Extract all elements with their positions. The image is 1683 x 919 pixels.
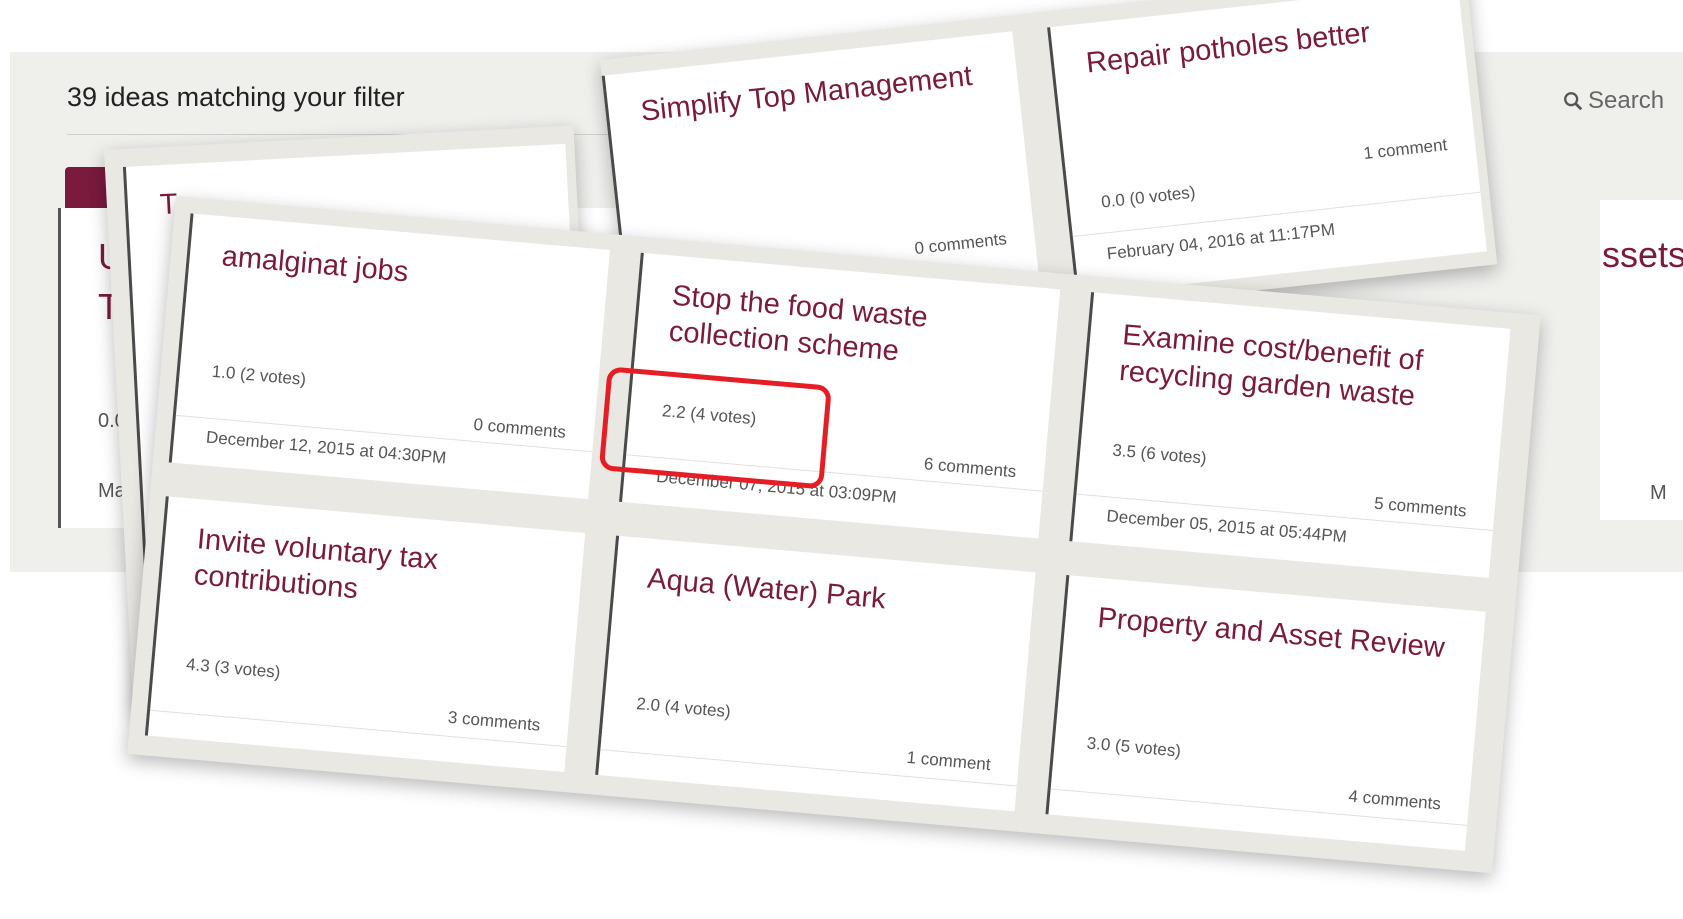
idea-title[interactable]: Stop the food waste collection scheme [667, 278, 1030, 381]
screenshot-layer-main: amalginat jobs 1.0 (2 votes) 0 comments … [127, 196, 1541, 874]
idea-card[interactable]: Examine cost/benefit of recycling garden… [1069, 292, 1511, 578]
idea-comments: 5 comments [1373, 493, 1468, 521]
idea-title[interactable]: amalginat jobs [220, 238, 580, 305]
idea-comments: 0 comments [913, 229, 1008, 259]
idea-comments: 0 comments [472, 414, 567, 442]
idea-comments: 1 comment [1362, 135, 1449, 164]
idea-card[interactable]: Stop the food waste collection scheme 2.… [598, 252, 1061, 539]
idea-rating: 0.0 (0 votes) [1100, 182, 1197, 212]
idea-date: February 04, 2016 at 11:17PM [1105, 219, 1336, 264]
idea-comments: 3 comments [447, 707, 542, 735]
background-right-date: M [1650, 482, 1667, 504]
idea-rating: 4.3 (3 votes) [185, 654, 282, 682]
highlight-annotation [598, 366, 832, 490]
idea-card[interactable]: Aqua (Water) Park 2.0 (4 votes) 1 commen… [595, 535, 1036, 812]
idea-title[interactable]: Simplify Top Management [639, 56, 991, 130]
idea-card[interactable]: Invite voluntary tax contributions 4.3 (… [144, 496, 586, 773]
idea-comments: 6 comments [923, 454, 1017, 482]
search-icon [1564, 92, 1583, 111]
idea-comments: 4 comments [1347, 786, 1442, 814]
search-box[interactable]: Search [1562, 82, 1683, 120]
background-right-title[interactable]: ssets [1602, 234, 1683, 276]
idea-rating: 3.0 (5 votes) [1085, 733, 1182, 761]
idea-card[interactable]: Repair potholes better 1 comment 0.0 (0 … [1047, 0, 1487, 296]
idea-date: December 12, 2015 at 04:30PM [205, 427, 448, 468]
idea-title[interactable]: Property and Asset Review [1096, 600, 1456, 667]
search-placeholder: Search [1588, 87, 1665, 114]
idea-comments: 1 comment [905, 747, 992, 775]
idea-rating: 3.5 (6 votes) [1111, 440, 1208, 468]
idea-rating: 2.0 (4 votes) [635, 694, 732, 722]
idea-rating: 1.0 (2 votes) [211, 361, 307, 389]
idea-date: December 05, 2015 at 05:44PM [1105, 506, 1348, 547]
idea-card[interactable]: Property and Asset Review 3.0 (5 votes) … [1045, 575, 1486, 851]
idea-title[interactable]: Invite voluntary tax contributions [192, 521, 555, 624]
idea-card[interactable]: amalginat jobs 1.0 (2 votes) 0 comments … [168, 213, 610, 500]
idea-title[interactable]: Aqua (Water) Park [646, 561, 1006, 628]
idea-title[interactable]: Repair potholes better [1084, 8, 1436, 82]
result-count: 39 ideas matching your filter [67, 82, 405, 112]
idea-title[interactable]: Examine cost/benefit of recycling garden… [1118, 317, 1481, 420]
